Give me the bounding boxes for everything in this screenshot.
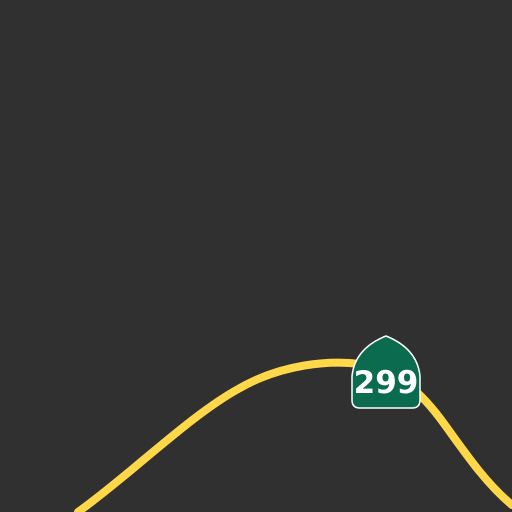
map-tile[interactable]: 299 <box>0 0 512 512</box>
route-number-label: 299 <box>354 365 419 401</box>
map-background <box>0 0 512 512</box>
map-canvas[interactable]: 299 <box>0 0 512 512</box>
